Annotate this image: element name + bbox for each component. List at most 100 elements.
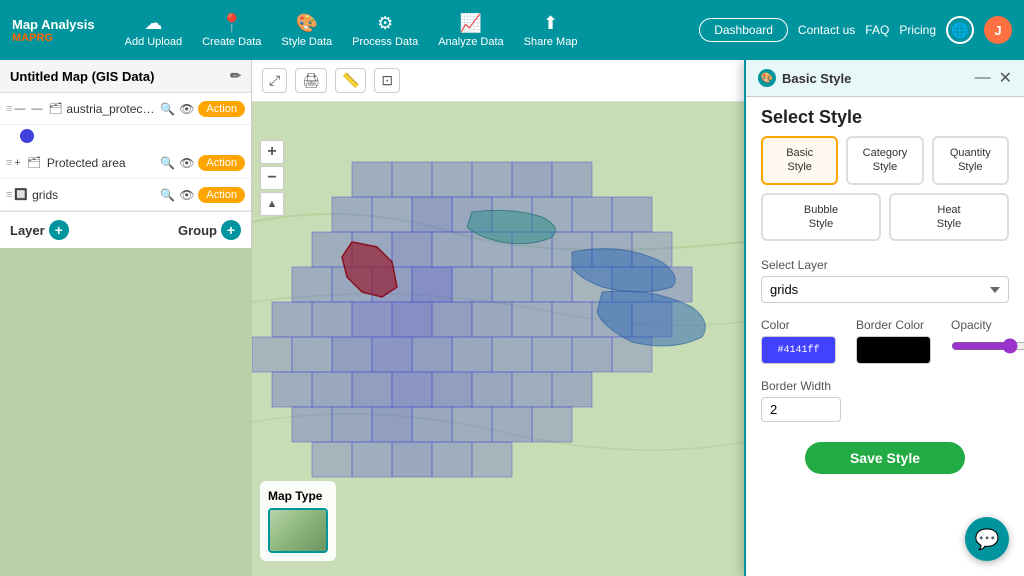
border-color-label: Border Color xyxy=(856,318,931,332)
north-btn[interactable]: ▲ xyxy=(260,192,284,216)
add-group-circle[interactable]: + xyxy=(221,220,241,240)
layer-select-dropdown[interactable]: grids xyxy=(761,276,1009,303)
faq-link[interactable]: FAQ xyxy=(865,23,889,37)
close-btn[interactable]: ✕ xyxy=(999,68,1012,88)
topbar: Map Analysis MAPRG ☁ Add Upload 📍 Create… xyxy=(0,0,1024,60)
style-buttons-row2: BubbleStyle HeatStyle xyxy=(746,193,1024,254)
minus-icon: — xyxy=(14,103,25,115)
panel-footer: Layer + Group + xyxy=(0,211,251,248)
action-btn-3[interactable]: Action xyxy=(198,187,245,203)
group-label: Group xyxy=(178,223,217,238)
search-icon-1[interactable]: 🔍 xyxy=(160,102,175,116)
color-hex-value: #4141ff xyxy=(777,345,819,356)
dashboard-button[interactable]: Dashboard xyxy=(699,18,788,42)
save-section: Save Style xyxy=(746,432,1024,484)
nav-analyze-data[interactable]: 📈 Analyze Data xyxy=(438,13,503,48)
save-style-btn[interactable]: Save Style xyxy=(805,442,965,474)
style-panel-header: 🎨 Basic Style — ✕ xyxy=(746,60,1024,97)
layer-name-protected: Protected area xyxy=(47,156,156,170)
analyze-icon: 📈 xyxy=(460,13,482,34)
eye-icon-2[interactable]: 👁 xyxy=(179,156,194,170)
globe-icon[interactable]: 🌐 xyxy=(946,16,974,44)
layer-item-grids: ≡ 🔲 grids 🔍 👁 Action xyxy=(0,179,251,211)
zoom-controls: + − ▲ xyxy=(260,140,284,216)
select-layer-label: Select Layer xyxy=(761,258,1009,272)
user-avatar[interactable]: J xyxy=(984,16,1012,44)
drag-handle-2: ≡ xyxy=(6,157,10,169)
border-width-input[interactable] xyxy=(761,397,841,422)
nav-style-data-label: Style Data xyxy=(281,36,332,48)
zoom-in-btn[interactable]: + xyxy=(260,140,284,164)
action-btn-1[interactable]: Action xyxy=(198,101,245,117)
layer-icon-1: 🗂 xyxy=(48,102,62,115)
nav-add-upload-label: Add Upload xyxy=(125,36,183,48)
style-icon: 🎨 xyxy=(296,13,318,34)
action-btn-2[interactable]: Action xyxy=(198,155,245,171)
edit-icon[interactable]: ✏ xyxy=(230,68,241,84)
color-section: Color #4141ff Border Color Opacity xyxy=(746,313,1024,369)
nav-share-map[interactable]: ⬆ Share Map xyxy=(524,13,578,48)
border-color-col: Border Color xyxy=(856,318,931,364)
nav-style-data[interactable]: 🎨 Style Data xyxy=(281,13,332,48)
nav-add-upload[interactable]: ☁ Add Upload xyxy=(125,13,183,48)
select-layer-section: Select Layer grids xyxy=(746,253,1024,313)
logo-rg: RG xyxy=(36,32,53,44)
bubble-style-btn[interactable]: BubbleStyle xyxy=(761,193,881,242)
chat-button[interactable]: 💬 xyxy=(965,517,1009,561)
map-type-label: Map Type xyxy=(268,489,328,503)
basic-style-btn[interactable]: BasicStyle xyxy=(761,136,838,185)
category-style-btn[interactable]: CategoryStyle xyxy=(846,136,923,185)
border-color-swatch[interactable] xyxy=(856,336,931,364)
map-type-widget: Map Type xyxy=(260,481,336,561)
measure-btn[interactable]: 📏 xyxy=(335,68,366,93)
pricing-link[interactable]: Pricing xyxy=(899,23,936,37)
zoom-fit-btn[interactable]: ⤢ xyxy=(262,68,287,93)
layer-item-protected: ≡ + 🗂 Protected area 🔍 👁 Action xyxy=(0,147,251,179)
share-icon: ⬆ xyxy=(543,13,558,34)
logo-map: MAP xyxy=(12,32,36,44)
border-width-section: Border Width xyxy=(746,369,1024,432)
settings-btn[interactable]: ⊡ xyxy=(374,68,400,93)
layer-icon-2: 🗂 xyxy=(27,156,41,169)
eye-icon-1[interactable]: 👁 xyxy=(179,102,194,116)
select-style-title: Select Style xyxy=(746,97,1024,136)
eye-icon-3[interactable]: 👁 xyxy=(179,188,194,202)
nav-create-data[interactable]: 📍 Create Data xyxy=(202,13,261,48)
panel-header-actions: — ✕ xyxy=(975,68,1012,88)
create-icon: 📍 xyxy=(221,13,243,34)
border-width-label: Border Width xyxy=(761,379,1009,393)
heat-style-btn[interactable]: HeatStyle xyxy=(889,193,1009,242)
style-panel: 🎨 Basic Style — ✕ Select Style BasicStyl… xyxy=(744,60,1024,576)
opacity-label: Opacity xyxy=(951,318,1024,332)
contact-link[interactable]: Contact us xyxy=(798,23,855,37)
panel-header: Untitled Map (GIS Data) ✏ xyxy=(0,60,251,93)
map-thumbnail[interactable] xyxy=(268,508,328,553)
nav-share-map-label: Share Map xyxy=(524,36,578,48)
color-swatch[interactable]: #4141ff xyxy=(761,336,836,364)
process-icon: ⚙ xyxy=(377,13,393,34)
print-btn[interactable]: 🖨 xyxy=(295,68,327,93)
quantity-style-btn[interactable]: QuantityStyle xyxy=(932,136,1009,185)
layer-name-grids: grids xyxy=(32,188,156,202)
add-layer-circle[interactable]: + xyxy=(49,220,69,240)
color-label: Color xyxy=(761,318,836,332)
layer-name-austria: austria_protecte... xyxy=(66,102,156,116)
layer-minus2: — xyxy=(31,103,42,115)
zoom-out-btn[interactable]: − xyxy=(260,166,284,190)
style-panel-title-row: 🎨 Basic Style xyxy=(758,69,851,87)
search-icon-2[interactable]: 🔍 xyxy=(160,156,175,170)
minimize-btn[interactable]: — xyxy=(975,68,991,88)
opacity-col: Opacity xyxy=(951,318,1024,356)
search-icon-3[interactable]: 🔍 xyxy=(160,188,175,202)
nav-create-data-label: Create Data xyxy=(202,36,261,48)
top-right-area: Dashboard Contact us FAQ Pricing 🌐 J xyxy=(699,16,1012,44)
drag-handle-3: ≡ xyxy=(6,189,10,201)
nav-process-data[interactable]: ⚙ Process Data xyxy=(352,13,418,48)
logo-sub: MAPRG xyxy=(12,32,95,44)
basic-style-icon: 🎨 xyxy=(758,69,776,87)
add-group-btn[interactable]: Group + xyxy=(178,220,241,240)
opacity-slider[interactable] xyxy=(951,338,1024,354)
add-layer-btn[interactable]: Layer + xyxy=(10,220,69,240)
layer-label: Layer xyxy=(10,223,45,238)
nav-process-data-label: Process Data xyxy=(352,36,418,48)
